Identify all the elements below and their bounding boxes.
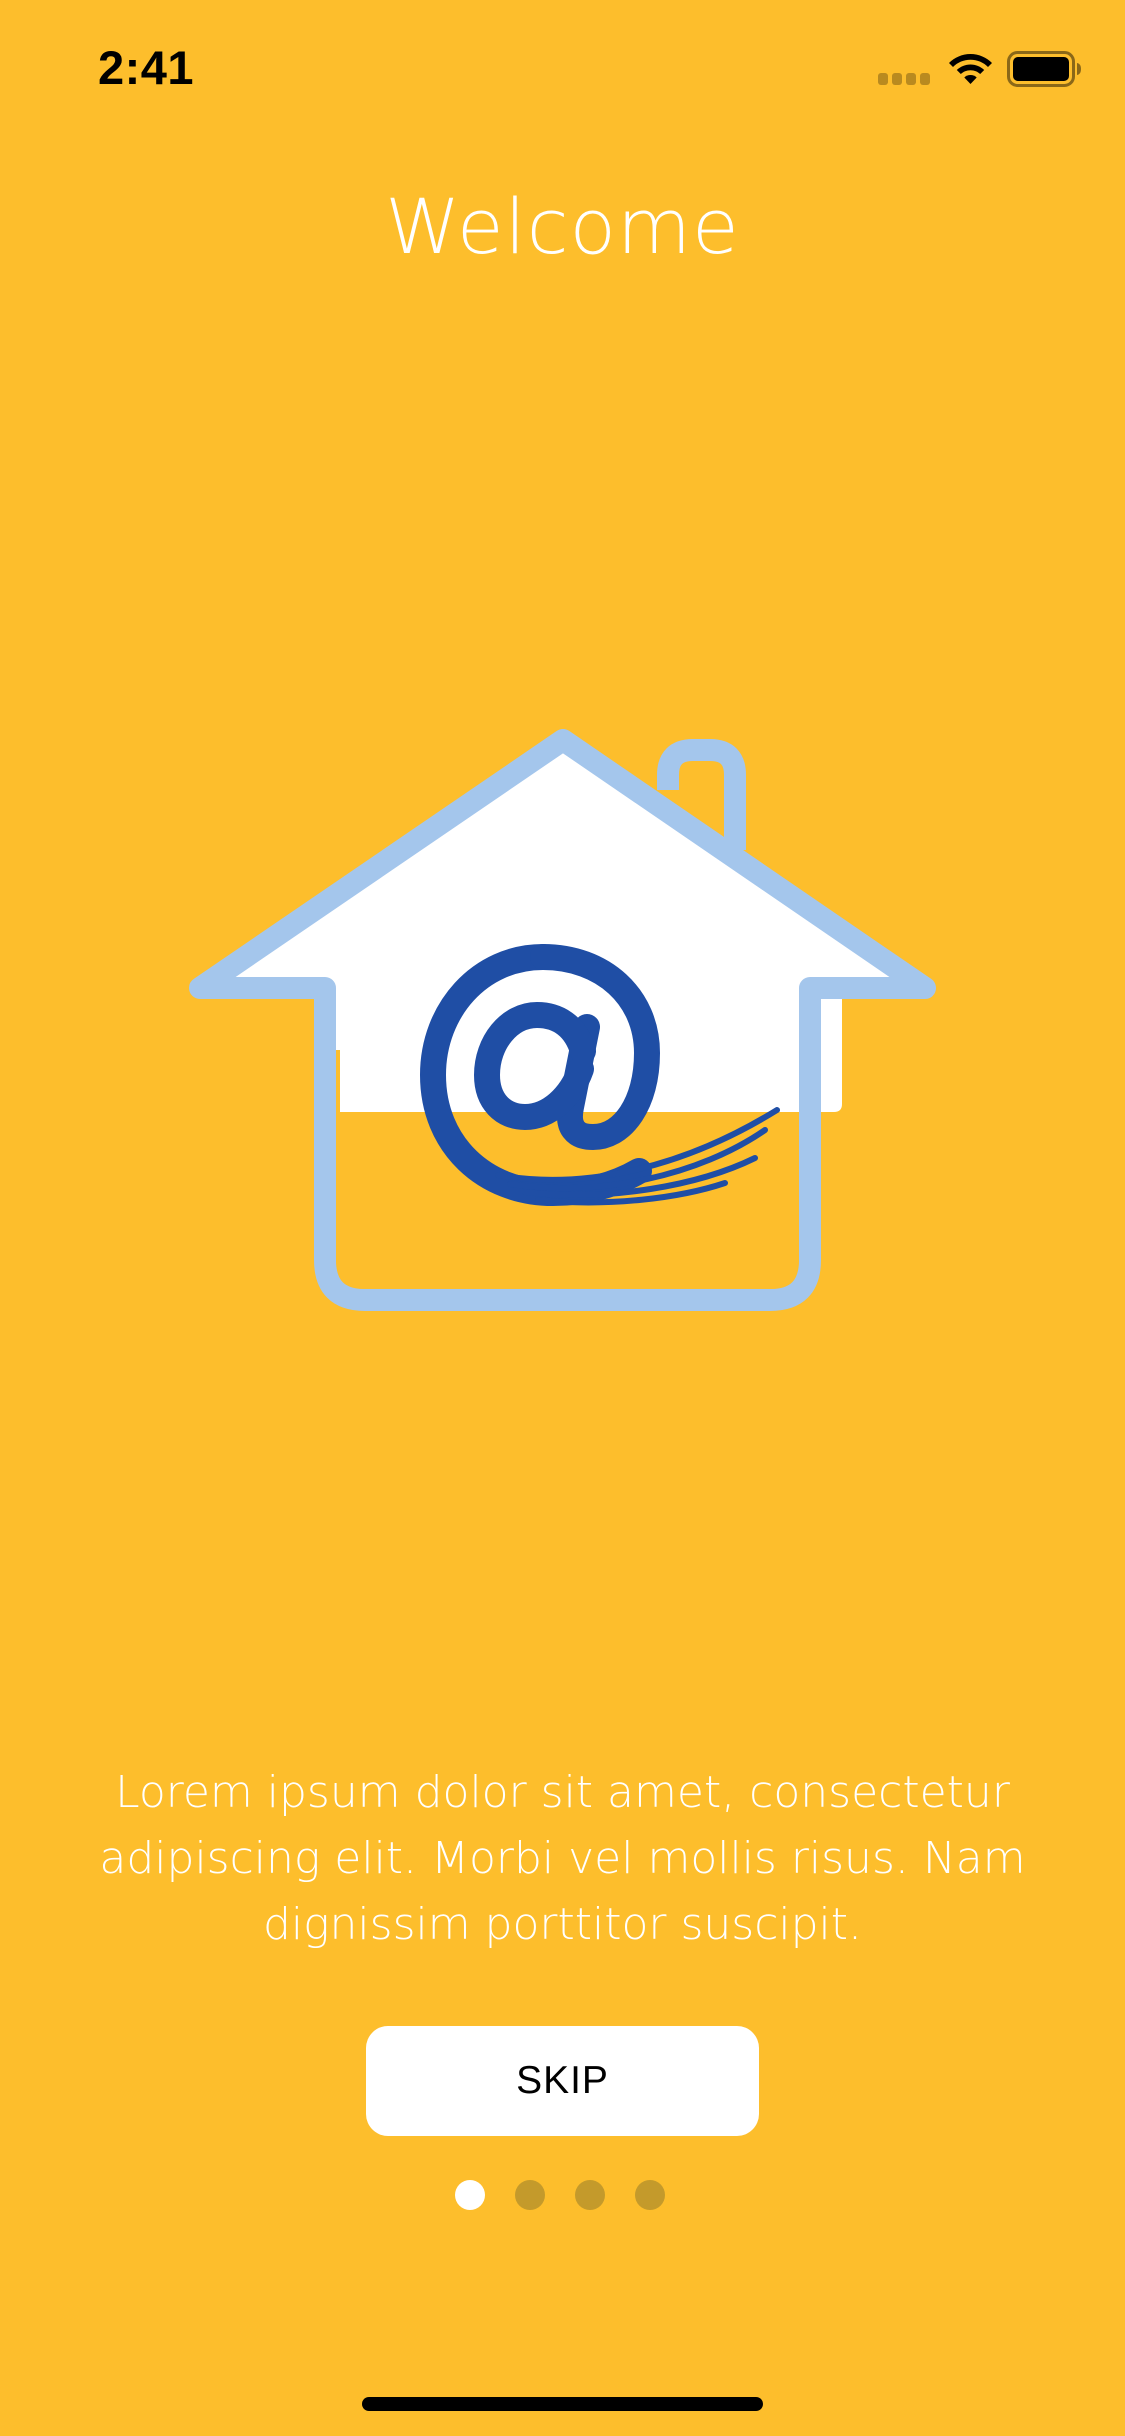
page-title: Welcome <box>385 182 740 271</box>
status-bar: 2:41 <box>0 0 1125 132</box>
page-indicator[interactable] <box>455 2180 665 2210</box>
page-dot-2[interactable] <box>515 2180 545 2210</box>
house-email-icon <box>189 729 936 1311</box>
onboarding-description: Lorem ipsum dolor sit amet, consectetur … <box>99 1767 1026 1950</box>
cellular-signal-icon <box>878 73 930 85</box>
battery-icon <box>1007 51 1081 87</box>
page-dot-4[interactable] <box>635 2180 665 2210</box>
wifi-icon <box>949 54 992 84</box>
skip-button[interactable]: SKIP <box>366 2026 759 2136</box>
page-dot-3[interactable] <box>575 2180 605 2210</box>
status-time: 2:41 <box>98 41 195 94</box>
skip-button-label: SKIP <box>516 2059 609 2102</box>
onboarding-screen: 2:41 Welcome Lorem ipsum dolor sit amet,… <box>0 0 1125 2436</box>
page-dot-1[interactable] <box>455 2180 485 2210</box>
home-indicator[interactable] <box>362 2397 763 2411</box>
